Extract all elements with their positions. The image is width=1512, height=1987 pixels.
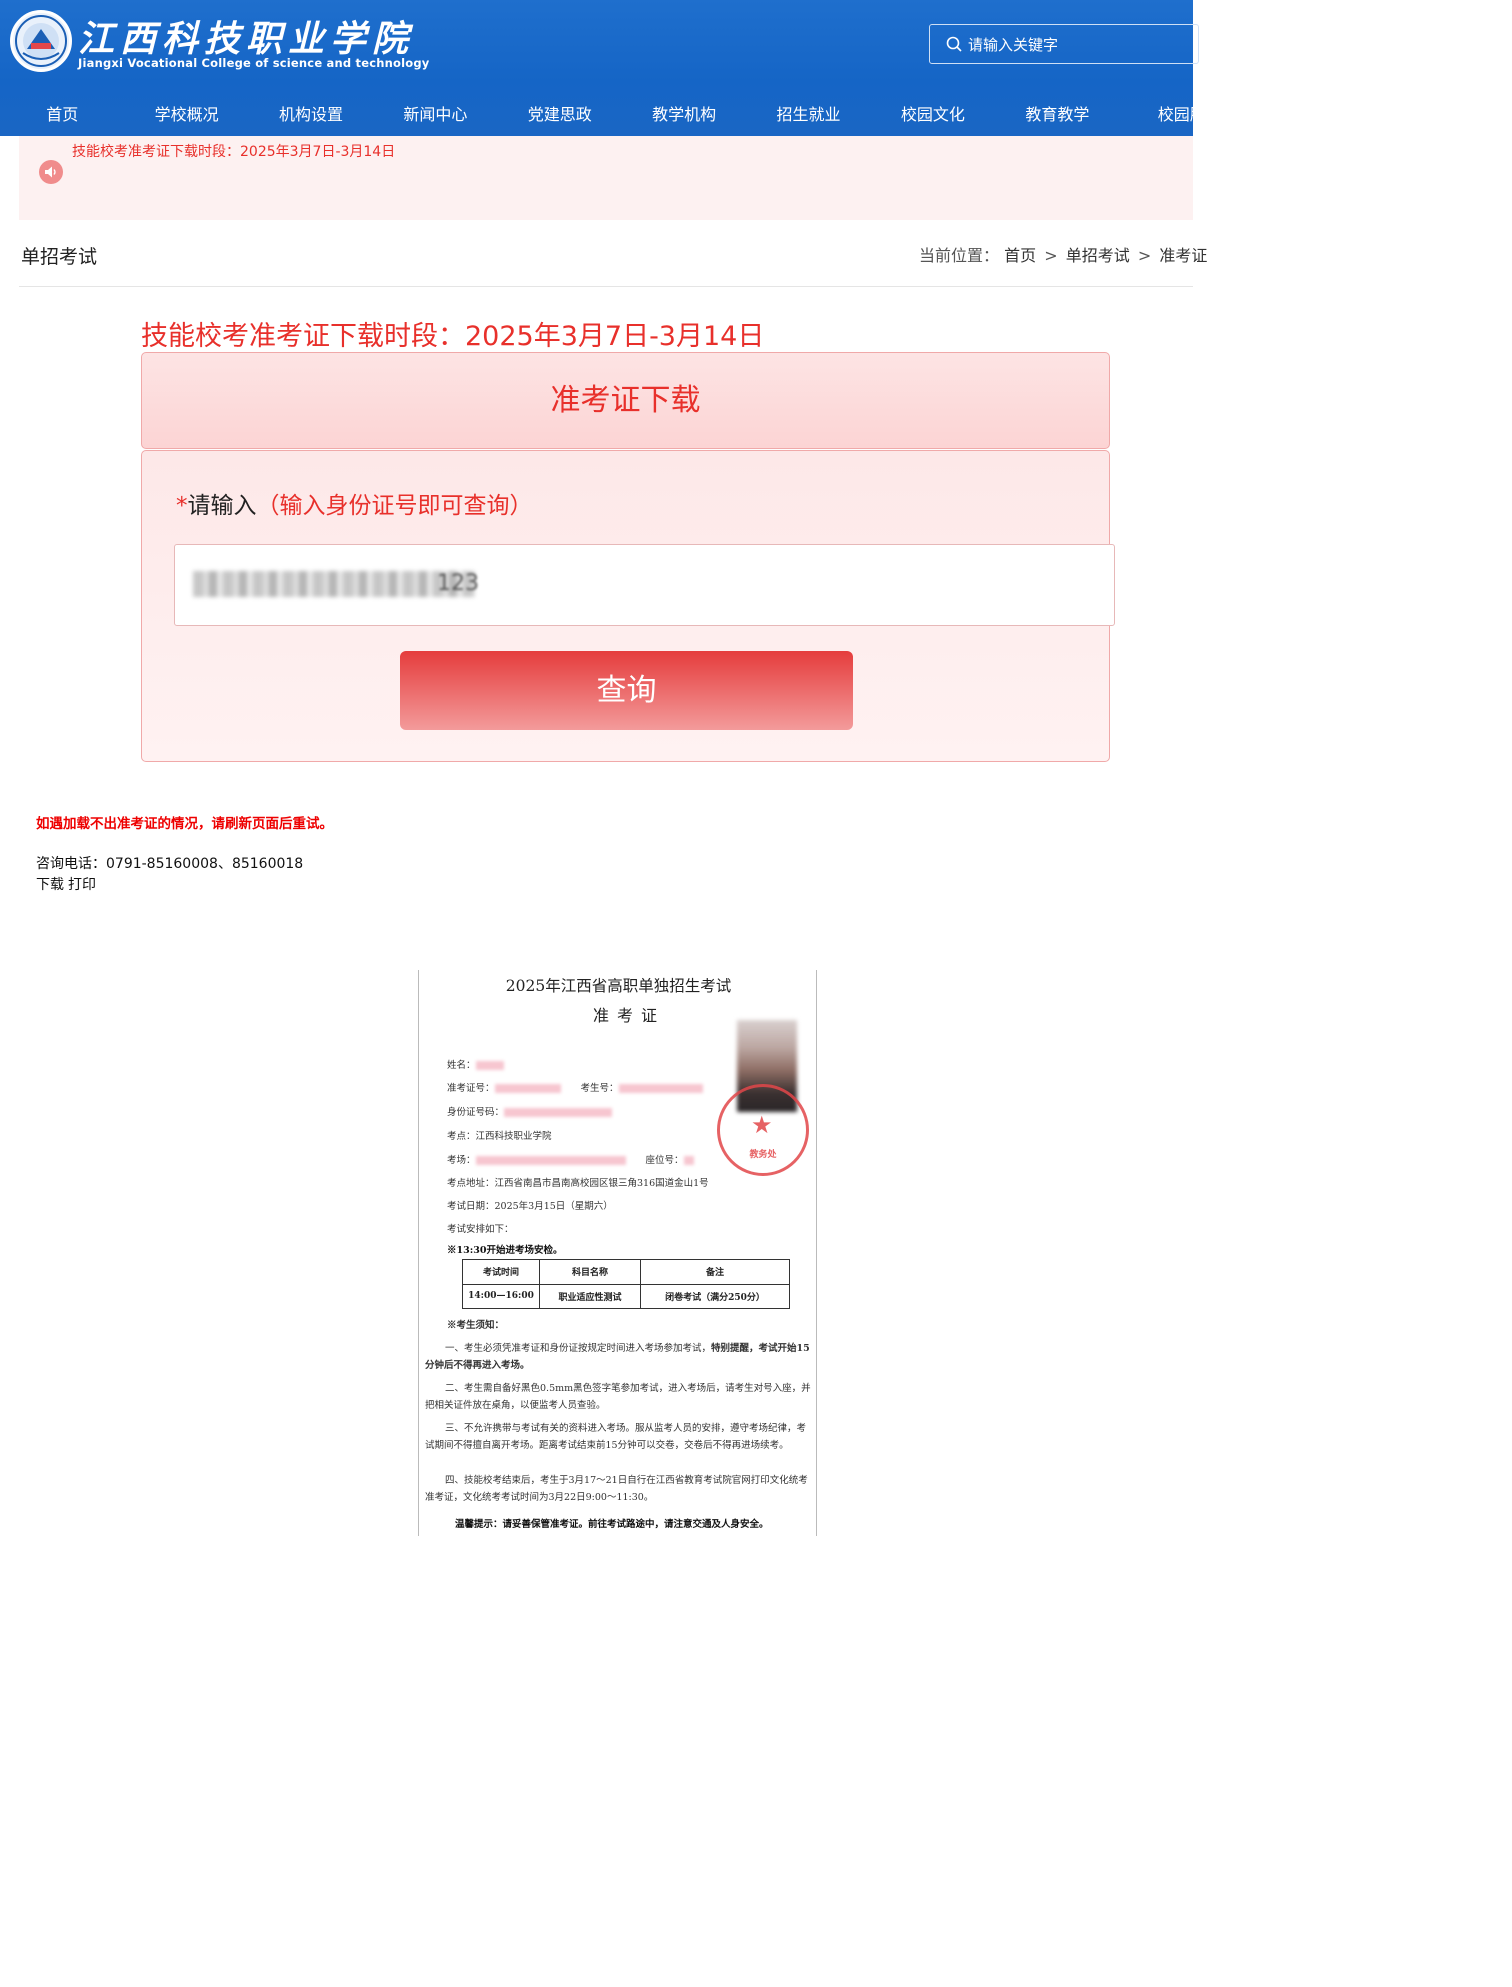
id-number-input[interactable]: 123: [174, 544, 1115, 626]
search-box: [929, 24, 1199, 65]
nav-item-news[interactable]: 新闻中心: [373, 96, 497, 136]
nav-item-home[interactable]: 首页: [0, 96, 124, 136]
breadcrumb-admission-ticket[interactable]: 准考证: [1159, 246, 1207, 265]
ticket-rule-2: 二、考生需自备好黑色0.5mm黑色签字笔参加考试，进入考场后，请考生对号入座，并…: [425, 1383, 811, 1411]
table-header-cell: 科目名称: [539, 1259, 641, 1285]
nav-item-campus-service[interactable]: 校园服: [1120, 96, 1193, 136]
input-label-text: 请输入: [187, 493, 257, 519]
ticket-arrangement: 考试安排如下：: [447, 1224, 514, 1235]
table-header-cell: 备注: [640, 1259, 790, 1285]
breadcrumb-home[interactable]: 首页: [1004, 246, 1036, 265]
breadcrumb-separator: >: [1044, 246, 1058, 265]
ticket-room-row: 考场： 座位号：: [447, 1152, 694, 1166]
ticket-address: 考点地址：江西省南昌市昌南高校园区银三角316国道金山1号: [447, 1178, 709, 1189]
college-logo-icon[interactable]: [10, 10, 72, 72]
admission-ticket-image: 2025年江西省高职单独招生考试 准考证 ★ 教务处 姓名： 准考证号： 考生号：…: [418, 970, 817, 1536]
blurred-id-number: [193, 571, 475, 597]
table-cell: 闭卷考试（满分250分）: [640, 1283, 790, 1309]
breadcrumb-single-enrollment[interactable]: 单招考试: [1066, 246, 1130, 265]
nav-item-organization[interactable]: 机构设置: [249, 96, 373, 136]
breadcrumb-separator: >: [1137, 246, 1152, 265]
search-icon[interactable]: [946, 36, 962, 52]
table-row: 14:00—16:00 职业适应性测试 闭卷考试（满分250分）: [462, 1283, 790, 1309]
ticket-name-row: 姓名：: [447, 1057, 504, 1071]
nav-item-departments[interactable]: 教学机构: [622, 96, 746, 136]
card-title: 准考证下载: [141, 352, 1110, 449]
table-cell: 14:00—16:00: [462, 1283, 540, 1309]
ticket-rule-1: 一、考生必须凭准考证和身份证按规定时间进入考场参加考试，特别提醒，考试开始15分…: [425, 1343, 810, 1371]
nav-item-about[interactable]: 学校概况: [124, 96, 248, 136]
table-header-cell: 考试时间: [462, 1259, 540, 1285]
college-name-en: Jiangxi Vocational College of science an…: [78, 56, 430, 70]
table-cell: 职业适应性测试: [539, 1283, 641, 1309]
divider: [19, 286, 1193, 287]
required-star: *: [176, 493, 188, 519]
ticket-rule-4: 四、技能校考结束后，考生于3月17～21日自行在江西省教育考试院官网打印文化统考…: [425, 1475, 808, 1503]
nav-item-admissions[interactable]: 招生就业: [746, 96, 870, 136]
ticket-site-row: 考点：江西科技职业学院: [447, 1131, 552, 1142]
notice-text[interactable]: 技能校考准考证下载时段：2025年3月7日-3月14日: [72, 141, 395, 161]
table-header-row: 考试时间 科目名称 备注: [462, 1259, 790, 1285]
search-input[interactable]: [966, 25, 1190, 65]
query-form: *请输入（输入身份证号即可查询） 123 查询: [141, 450, 1115, 762]
ticket-date: 考试日期：2025年3月15日（星期六）: [447, 1201, 613, 1212]
ticket-title: 2025年江西省高职单独招生考试: [505, 977, 732, 995]
ticket-actions: 下载 打印: [36, 874, 100, 894]
college-name-cn[interactable]: 江西科技职业学院: [78, 10, 414, 62]
speaker-icon: [39, 160, 63, 184]
input-hint: （输入身份证号即可查询）: [256, 493, 533, 519]
download-period-headline: 技能校考准考证下载时段：2025年3月7日-3月14日: [141, 321, 765, 352]
print-link[interactable]: 打印: [68, 877, 96, 893]
ticket-entry-time: ※13:30开始进考场安检。: [447, 1245, 563, 1256]
nav-item-education[interactable]: 教育教学: [995, 96, 1119, 136]
site-header: 江西科技职业学院 Jiangxi Vocational College of s…: [0, 0, 1199, 136]
input-label: *请输入（输入身份证号即可查询）: [176, 486, 533, 520]
ticket-number-row: 准考证号： 考生号：: [447, 1080, 703, 1094]
notice-bar: 技能校考准考证下载时段：2025年3月7日-3月14日: [19, 136, 1193, 220]
query-button[interactable]: 查询: [400, 651, 853, 730]
ticket-notice-heading: ※考生须知：: [447, 1320, 505, 1331]
official-seal-icon: ★ 教务处: [717, 1084, 809, 1176]
nav-item-campus-culture[interactable]: 校园文化: [871, 96, 995, 136]
nav-item-party[interactable]: 党建思政: [498, 96, 622, 136]
breadcrumb: 当前位置： 首页 > 单招考试 > 准考证: [919, 242, 1207, 266]
exam-schedule-table: 考试时间 科目名称 备注 14:00—16:00 职业适应性测试 闭卷考试（满分…: [462, 1259, 790, 1309]
id-number-visible-suffix: 123: [437, 571, 479, 596]
breadcrumb-prefix: 当前位置：: [919, 246, 1000, 265]
contact-phone: 咨询电话：0791-85160008、85160018: [36, 856, 304, 872]
ticket-id-row: 身份证号码：: [447, 1104, 613, 1118]
page-title: 单招考试: [21, 246, 98, 268]
ticket-rule-3: 三、不允许携带与考试有关的资料进入考场。服从监考人员的安排，遵守考场纪律，考试期…: [425, 1423, 807, 1451]
reload-warning: 如遇加载不出准考证的情况，请刷新页面后重试。: [36, 816, 333, 832]
main-nav: 首页 学校概况 机构设置 新闻中心 党建思政 教学机构 招生就业 校园文化 教育…: [0, 96, 1193, 136]
download-link[interactable]: 下载: [36, 877, 64, 893]
ticket-reminder: 温馨提示：请妥善保管准考证。前往考试路途中，请注意交通及人身安全。: [455, 1519, 769, 1530]
